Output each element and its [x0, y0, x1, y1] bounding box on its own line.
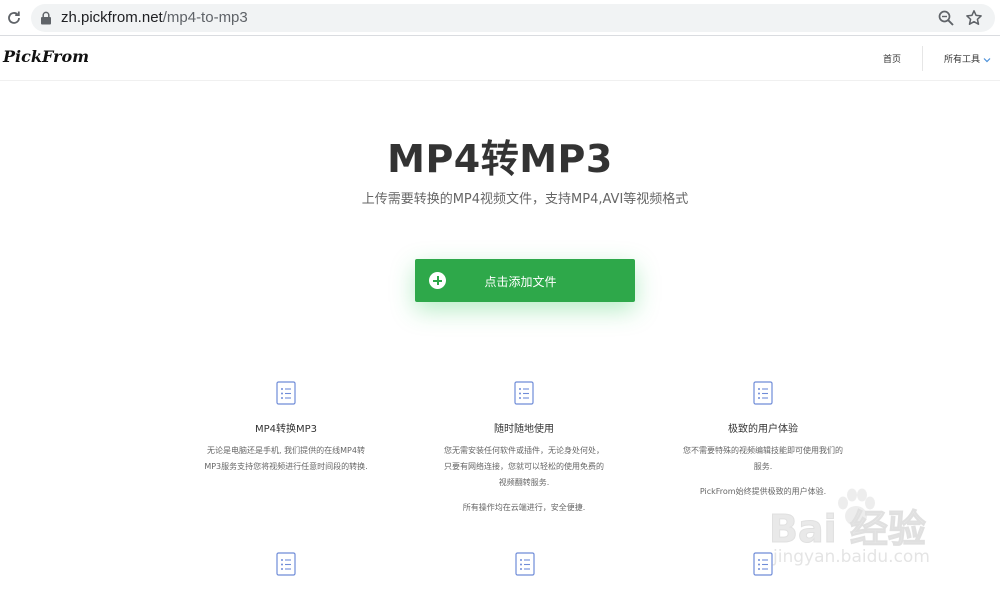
- feature-desc-line: 服务.: [753, 462, 773, 471]
- document-list-icon: [753, 381, 773, 405]
- baidu-jingyan-watermark: Bai 经验 jingyan.baidu.com: [733, 480, 963, 580]
- site-header: PickFrom 首页 所有工具: [0, 36, 1000, 81]
- chevron-down-icon: [983, 57, 991, 62]
- add-file-button[interactable]: 点击添加文件: [415, 259, 635, 302]
- address-bar[interactable]: zh.pickfrom.net/mp4-to-mp3: [31, 4, 995, 32]
- feature-desc-line: 您无需安装任何软件或插件，无论身处何处，: [444, 446, 604, 455]
- feature-description: 您不需要特殊的视频编辑技能即可使用我们的 服务.: [643, 443, 883, 475]
- feature-desc-line: 无论是电脑还是手机, 我们提供的在线MP4转: [207, 446, 365, 455]
- feature-desc-line: 视频翻转服务.: [498, 478, 550, 487]
- nav-home-link[interactable]: 首页: [883, 52, 901, 65]
- zoom-icon[interactable]: [937, 9, 955, 27]
- url-host: zh.pickfrom.net: [61, 9, 163, 26]
- page-subtitle: 上传需要转换的MP4视频文件，支持MP4,AVI等视频格式: [361, 192, 689, 207]
- browser-toolbar: zh.pickfrom.net/mp4-to-mp3: [0, 0, 1000, 36]
- site-logo[interactable]: PickFrom: [3, 47, 89, 66]
- lock-icon[interactable]: [40, 11, 52, 25]
- feature-mp4-to-mp3: MP4转换MP3 无论是电脑还是手机, 我们提供的在线MP4转 MP3服务支持您…: [166, 381, 406, 475]
- page-title: MP4转MP3: [387, 137, 613, 181]
- feature-description: 您无需安装任何软件或插件，无论身处何处， 只要有网络连接，您就可以轻松的使用免费…: [404, 443, 644, 491]
- document-list-icon: [276, 381, 296, 405]
- url-text[interactable]: zh.pickfrom.net/mp4-to-mp3: [61, 9, 248, 26]
- feature-title: MP4转换MP3: [254, 424, 318, 435]
- reload-icon[interactable]: [5, 9, 23, 27]
- watermark-url-text: jingyan.baidu.com: [773, 547, 930, 567]
- feature-extra-note: 所有操作均在云端进行，安全便捷.: [462, 503, 586, 512]
- nav-all-tools-dropdown[interactable]: 所有工具: [944, 52, 991, 65]
- feature-title: 随时随地使用: [494, 424, 554, 435]
- feature-anytime-anywhere: 随时随地使用 您无需安装任何软件或插件，无论身处何处， 只要有网络连接，您就可以…: [404, 381, 644, 516]
- document-list-icon: [514, 381, 534, 405]
- document-list-icon: [515, 552, 535, 576]
- nav-divider: [922, 46, 923, 71]
- feature-title: 极致的用户体验: [728, 424, 798, 435]
- feature-desc-line: 您不需要特殊的视频编辑技能即可使用我们的: [683, 446, 843, 455]
- feature-desc-line: MP3服务支持您将视频进行任意时间段的转换.: [204, 462, 368, 471]
- nav-all-tools-label: 所有工具: [944, 55, 981, 65]
- document-list-icon: [276, 552, 296, 576]
- bookmark-star-icon[interactable]: [965, 9, 983, 27]
- feature-desc-line: 只要有网络连接，您就可以轻松的使用免费的: [444, 462, 604, 471]
- url-path: /mp4-to-mp3: [162, 9, 248, 26]
- feature-description: 无论是电脑还是手机, 我们提供的在线MP4转 MP3服务支持您将视频进行任意时间…: [166, 443, 406, 475]
- watermark-main-text: Bai 经验: [769, 507, 927, 552]
- add-file-label: 点击添加文件: [484, 275, 557, 289]
